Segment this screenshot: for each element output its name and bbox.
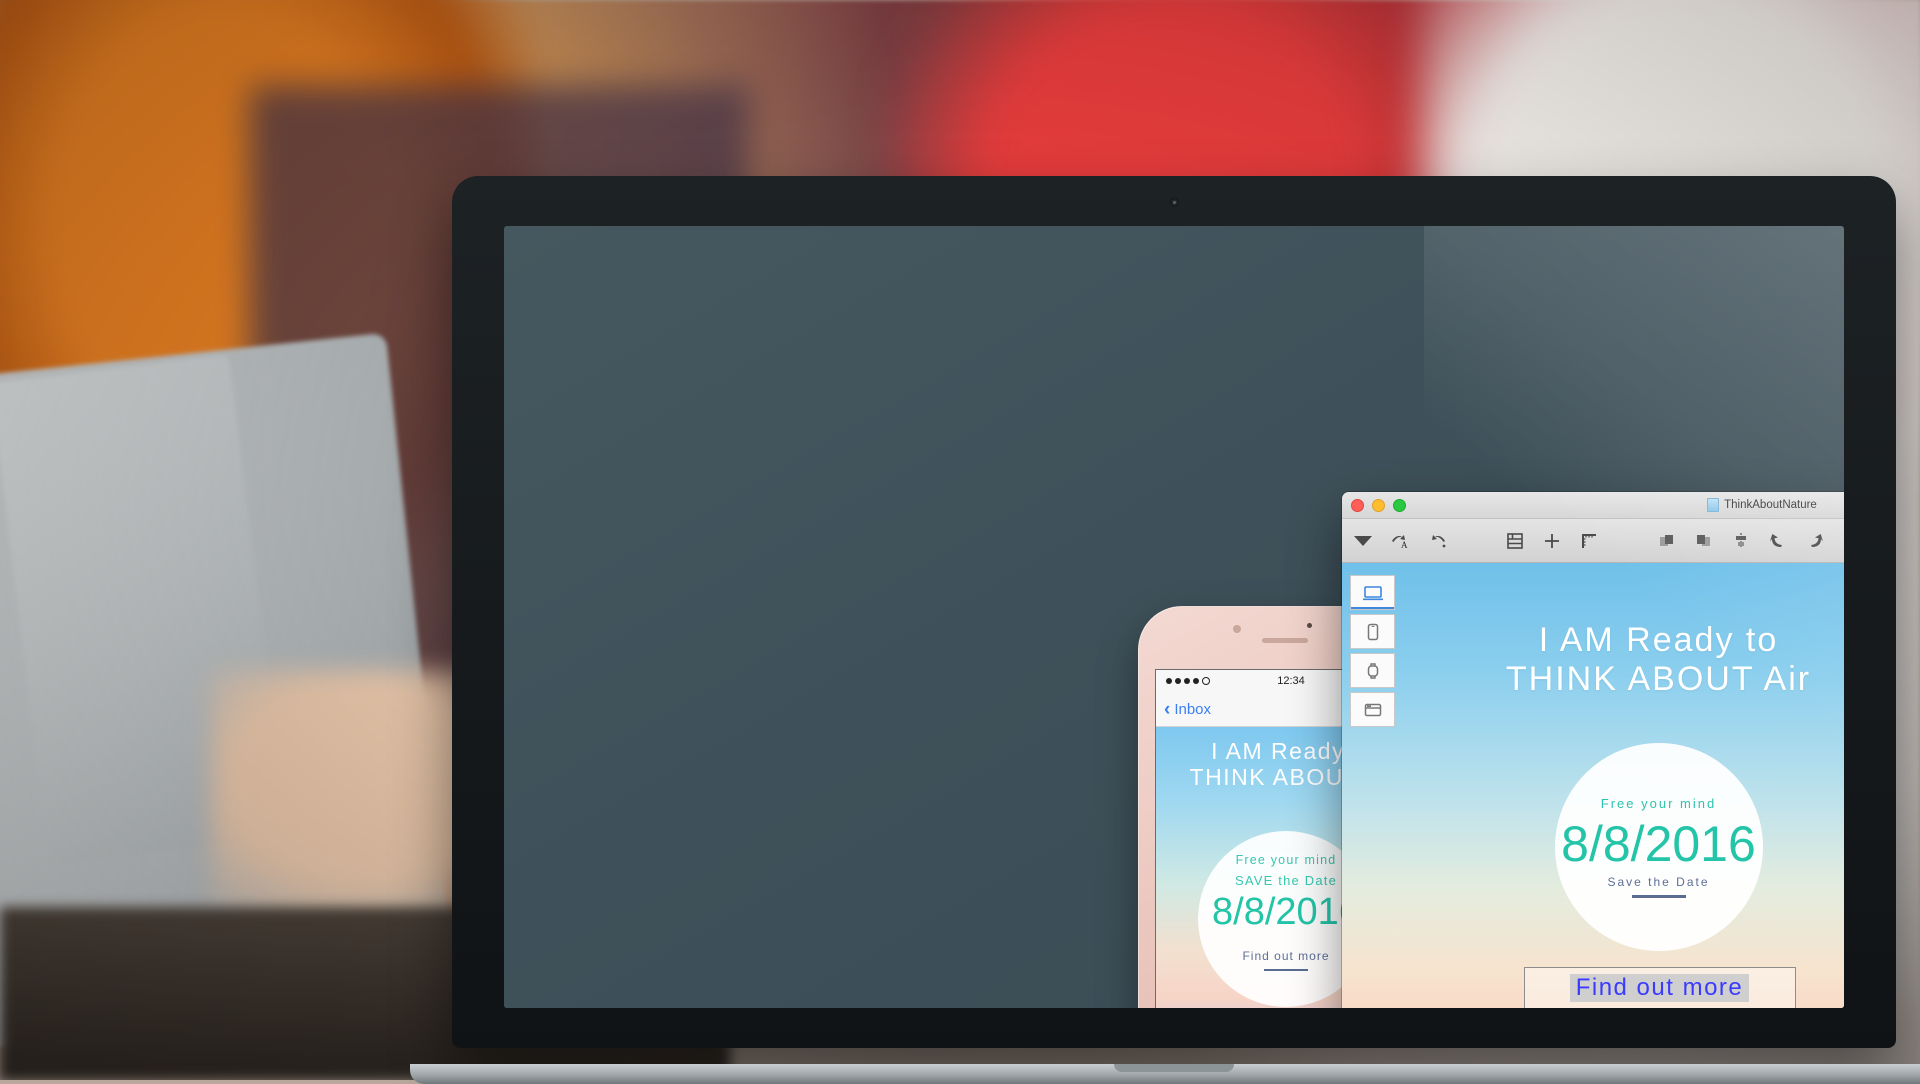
find-out-more-link[interactable]: Find out more [1569,974,1750,1002]
device-watch-button[interactable] [1350,653,1395,688]
window-title: ThinkAboutNature [1342,498,1844,512]
page-layout-tool[interactable] [1503,529,1527,553]
device-desktop-button[interactable] [1350,575,1395,610]
laptop-base [410,1064,1920,1084]
redo-arrow-tool[interactable] [1425,529,1449,553]
document-icon [1707,498,1720,512]
save-the-date-rule [1631,895,1686,898]
select-arrow-tool[interactable] [1351,529,1375,553]
resize-tool[interactable] [1840,529,1844,553]
toolbar-group-layout[interactable] [1503,529,1601,553]
ruler-guides-tool[interactable] [1577,529,1601,553]
rotate-left-tool[interactable] [1766,529,1790,553]
window-titlebar[interactable]: ThinkAboutNature [1342,492,1844,519]
rotate-right-tool[interactable] [1803,529,1827,553]
add-divider-tool[interactable] [1540,529,1564,553]
laptop-notch [1114,1064,1234,1072]
laptop-lid: 12:34 ‹ Inbox I AM Ready t THINK ABOUT A [452,176,1896,1048]
device-selector[interactable] [1350,575,1395,731]
back-chevron-icon[interactable]: ‹ [1164,700,1170,719]
iphone-speaker [1262,638,1308,643]
iphone-back-label[interactable]: Inbox [1174,701,1211,718]
toolbar-group-select[interactable]: A [1351,529,1449,553]
align-tool[interactable] [1729,529,1753,553]
laptop-camera-dot [1172,201,1176,204]
canvas-headline[interactable]: I AM Ready to THINK ABOUT Air [1342,621,1844,699]
zoom-button[interactable] [1393,498,1406,512]
window-title-text: ThinkAboutNature [1724,499,1817,511]
canvas-headline-line2[interactable]: THINK ABOUT Air [1342,660,1844,699]
device-phone-button[interactable] [1350,614,1395,649]
minimize-button[interactable] [1372,498,1385,512]
laptop-screen: 12:34 ‹ Inbox I AM Ready t THINK ABOUT A [504,226,1844,1008]
iphone-sensor [1307,623,1312,628]
close-button[interactable] [1351,498,1364,512]
cta-text-box[interactable]: Find out more [1523,967,1796,1008]
bring-forward-tool[interactable] [1655,529,1679,553]
window-traffic-lights[interactable] [1351,498,1406,512]
iphone-camera-icon [1233,625,1241,633]
iphone-clock: 12:34 [1277,675,1305,687]
svg-text:A: A [1401,540,1408,550]
app-window: ThinkAboutNature A I AM Ready to THINK A… [1342,492,1844,1008]
laptop-mockup: 12:34 ‹ Inbox I AM Ready t THINK ABOUT A [410,176,1920,1084]
date-circle[interactable]: Free your mind 8/8/2016 Save the Date [1554,743,1763,951]
canvas-area[interactable]: I AM Ready to THINK ABOUT Air Free your … [1342,563,1844,1008]
main-toolbar[interactable]: A [1342,519,1844,563]
free-your-mind-text[interactable]: Free your mind [1601,796,1716,811]
edit-text-tool[interactable]: A [1388,529,1412,553]
toolbar-group-arrange[interactable]: A [1655,529,1844,553]
event-date-text[interactable]: 8/8/2016 [1561,819,1756,869]
send-backward-tool[interactable] [1692,529,1716,553]
device-tablet-button[interactable] [1350,692,1395,727]
canvas-headline-line1[interactable]: I AM Ready to [1342,621,1844,660]
signal-dots-icon [1166,677,1210,685]
iphone-cta-rule [1264,969,1308,971]
app-body: I AM Ready to THINK ABOUT Air Free your … [1342,563,1844,1008]
artboard[interactable]: I AM Ready to THINK ABOUT Air Free your … [1342,563,1844,1008]
save-the-date-text[interactable]: Save the Date [1607,875,1709,889]
